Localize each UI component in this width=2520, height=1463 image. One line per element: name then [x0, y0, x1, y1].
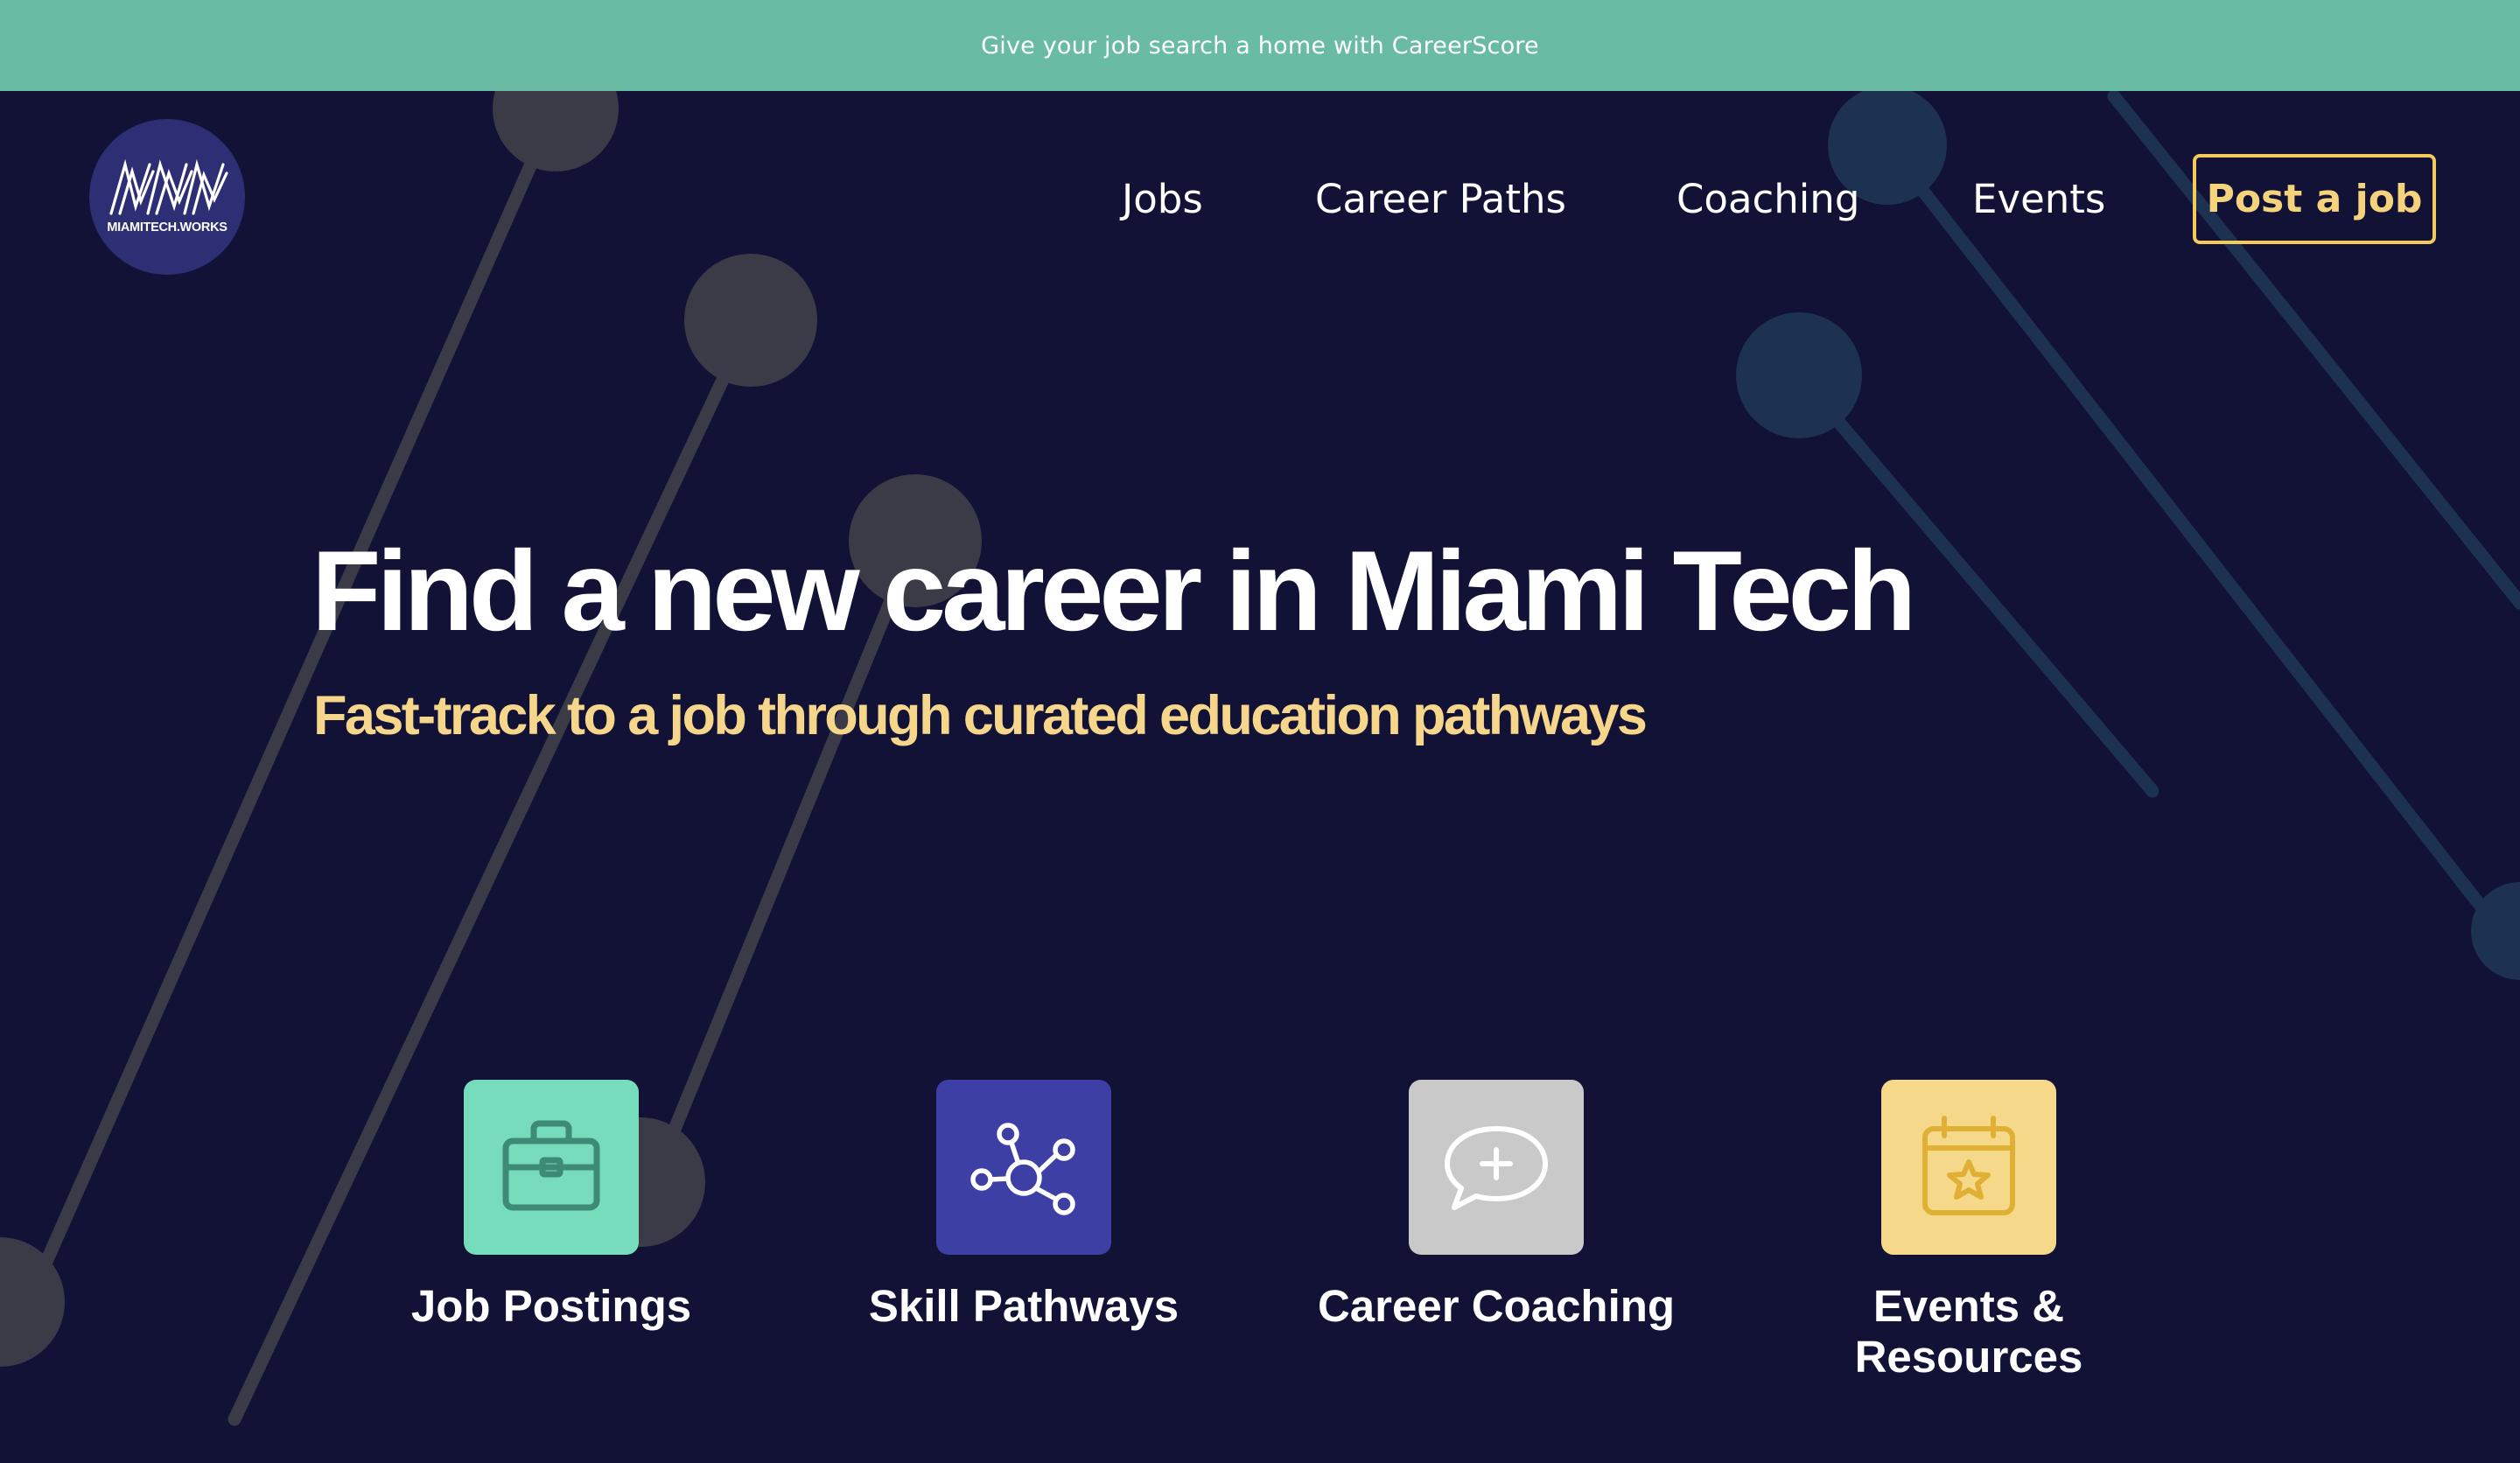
card-career-coaching[interactable]: Career Coaching	[1312, 1080, 1680, 1332]
hero-subtitle: Fast-track to a job through curated educ…	[313, 685, 1648, 746]
main-nav: Jobs Career Paths Coaching Events	[0, 152, 2520, 245]
calendar-star-icon	[1881, 1080, 2056, 1255]
card-events-resources[interactable]: Events & Resources	[1785, 1080, 2152, 1382]
banner-text[interactable]: Give your job search a home with CareerS…	[981, 32, 1539, 60]
post-job-button[interactable]: Post a job	[2193, 154, 2436, 244]
card-job-postings[interactable]: Job Postings	[368, 1080, 735, 1332]
nav-coaching[interactable]: Coaching	[1676, 152, 1859, 245]
top-banner[interactable]: Give your job search a home with CareerS…	[0, 0, 2520, 91]
nav-career-paths[interactable]: Career Paths	[1315, 152, 1566, 245]
card-label: Skill Pathways	[868, 1281, 1180, 1331]
card-label: Events & Resources	[1854, 1281, 2083, 1382]
card-label: Career Coaching	[1317, 1281, 1676, 1331]
nav-events[interactable]: Events	[1972, 152, 2105, 245]
hero-title: Find a new career in Miami Tech	[312, 527, 1916, 654]
network-icon	[936, 1080, 1111, 1255]
chat-plus-icon	[1409, 1080, 1584, 1255]
card-label: Job Postings	[410, 1281, 692, 1331]
nav-jobs[interactable]: Jobs	[1122, 152, 1203, 245]
briefcase-icon	[464, 1080, 639, 1255]
card-skill-pathways[interactable]: Skill Pathways	[840, 1080, 1208, 1332]
